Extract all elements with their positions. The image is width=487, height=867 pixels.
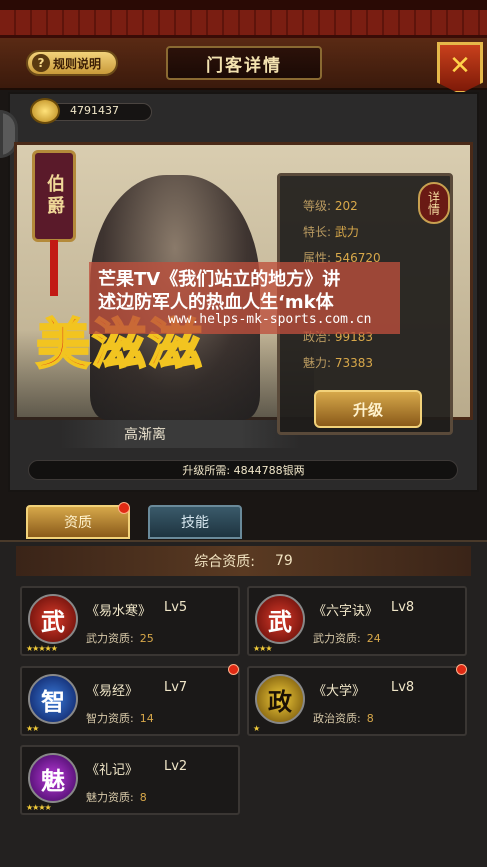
coin-icon [30, 98, 60, 124]
book-level: Lv7 [164, 680, 188, 695]
star-rating: ★★★★ [26, 803, 52, 812]
rules-label: 规则说明 [53, 56, 102, 71]
book-level: Lv5 [164, 600, 188, 615]
stat-label: 魅力: [303, 356, 332, 370]
close-icon: ✕ [449, 51, 471, 81]
detail-button[interactable]: 详情 [418, 182, 450, 224]
book-level: Lv8 [391, 600, 415, 615]
hero-name: 高渐离 [124, 427, 166, 443]
attribute-line: 魅力资质: 8 [86, 789, 147, 805]
attribute-line: 武力资质: 25 [86, 630, 154, 646]
attribute-value: 24 [366, 632, 381, 645]
stat-label: 等级: [303, 199, 332, 213]
upgrade-cost-text: 升级所需: 4844788银两 [182, 464, 305, 477]
header-bar: ? 规则说明 门客详情 [0, 38, 487, 90]
tassel-icon [50, 240, 58, 296]
star-rating: ★★★ [253, 644, 272, 653]
skill-card[interactable]: 武 ★★★★★ 《易水寒》 Lv5 武力资质: 25 [20, 586, 240, 656]
book-name: 《易水寒》 [86, 604, 152, 619]
attribute-value: 8 [139, 791, 147, 804]
roof-decoration [0, 0, 487, 38]
notification-dot [118, 502, 130, 514]
watermark-url: www.helps-mk-sports.com.cn [168, 312, 372, 327]
stat-charm: 魅力: 73383 [303, 354, 373, 371]
overall-qualification: 综合资质: 79 [16, 546, 471, 576]
rules-button[interactable]: ? 规则说明 [26, 50, 118, 76]
stat-value: 武力 [334, 225, 359, 239]
question-icon: ? [32, 54, 50, 72]
watermark-text: 述边防军人的热血人生‘mk体 [98, 292, 334, 313]
attribute-label: 武力资质: [86, 632, 134, 645]
star-rating: ★★★★★ [26, 644, 58, 653]
roof-cap [0, 0, 487, 10]
emblem-icon: 智 [28, 674, 78, 724]
stat-specialty: 特长: 武力 [303, 223, 359, 240]
book-name: 《礼记》 [86, 763, 139, 778]
attribute-label: 政治资质: [313, 712, 361, 725]
currency-value: 4791437 [70, 104, 119, 117]
emblem-icon: 武 [255, 594, 305, 644]
rank-title-tag: 伯爵 [32, 150, 76, 242]
emblem-icon: 魅 [28, 753, 78, 803]
tab-skills[interactable]: 技能 [148, 505, 242, 539]
attribute-label: 智力资质: [86, 712, 134, 725]
attribute-value: 14 [139, 712, 154, 725]
tab-qualification[interactable]: 资质 [26, 505, 130, 539]
star-rating: ★ [253, 724, 260, 733]
summary-value: 79 [274, 553, 293, 569]
summary-label: 综合资质: [194, 554, 255, 570]
stat-value: 73383 [334, 356, 374, 370]
attribute-value: 25 [139, 632, 154, 645]
notification-dot [456, 664, 467, 675]
skill-card[interactable]: 政 ★ 《大学》 Lv8 政治资质: 8 [247, 666, 467, 736]
stat-value: 202 [334, 199, 358, 213]
attribute-label: 魅力资质: [86, 791, 134, 804]
skill-card[interactable]: 魅 ★★★★ 《礼记》 Lv2 魅力资质: 8 [20, 745, 240, 815]
stat-level: 等级: 202 [303, 197, 358, 214]
attribute-line: 政治资质: 8 [313, 710, 374, 726]
upgrade-button[interactable]: 升级 [314, 390, 422, 428]
skill-card[interactable]: 武 ★★★ 《六字诀》 Lv8 武力资质: 24 [247, 586, 467, 656]
skill-card[interactable]: 智 ★★ 《易经》 Lv7 智力资质: 14 [20, 666, 240, 736]
attribute-line: 智力资质: 14 [86, 710, 154, 726]
page-title: 门客详情 [166, 46, 322, 80]
book-name: 《大学》 [313, 684, 366, 699]
book-name: 《六字诀》 [313, 604, 379, 619]
emblem-icon: 武 [28, 594, 78, 644]
star-rating: ★★ [26, 724, 39, 733]
book-level: Lv8 [391, 680, 415, 695]
attribute-label: 武力资质: [313, 632, 361, 645]
attribute-value: 8 [366, 712, 374, 725]
stat-label: 特长: [303, 225, 332, 239]
notification-dot [228, 664, 239, 675]
book-name: 《易经》 [86, 684, 139, 699]
book-level: Lv2 [164, 759, 188, 774]
attribute-line: 武力资质: 24 [313, 630, 381, 646]
emblem-icon: 政 [255, 674, 305, 724]
